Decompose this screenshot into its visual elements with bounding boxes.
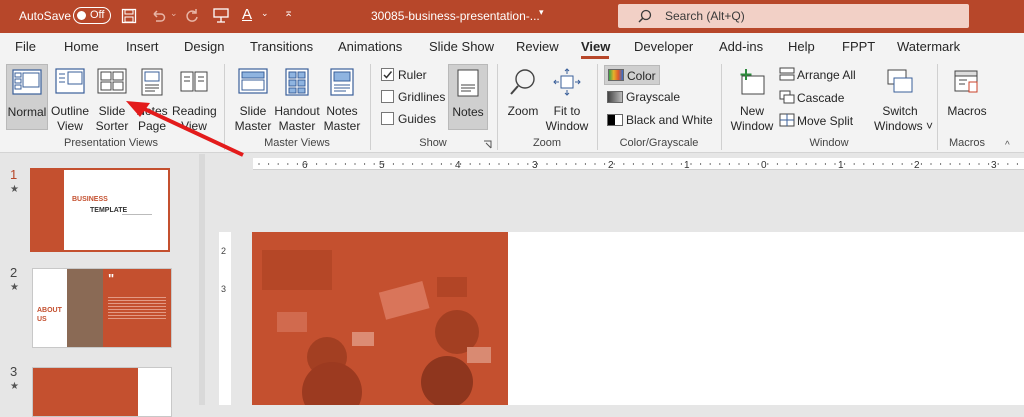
annotation-arrow	[126, 101, 244, 157]
